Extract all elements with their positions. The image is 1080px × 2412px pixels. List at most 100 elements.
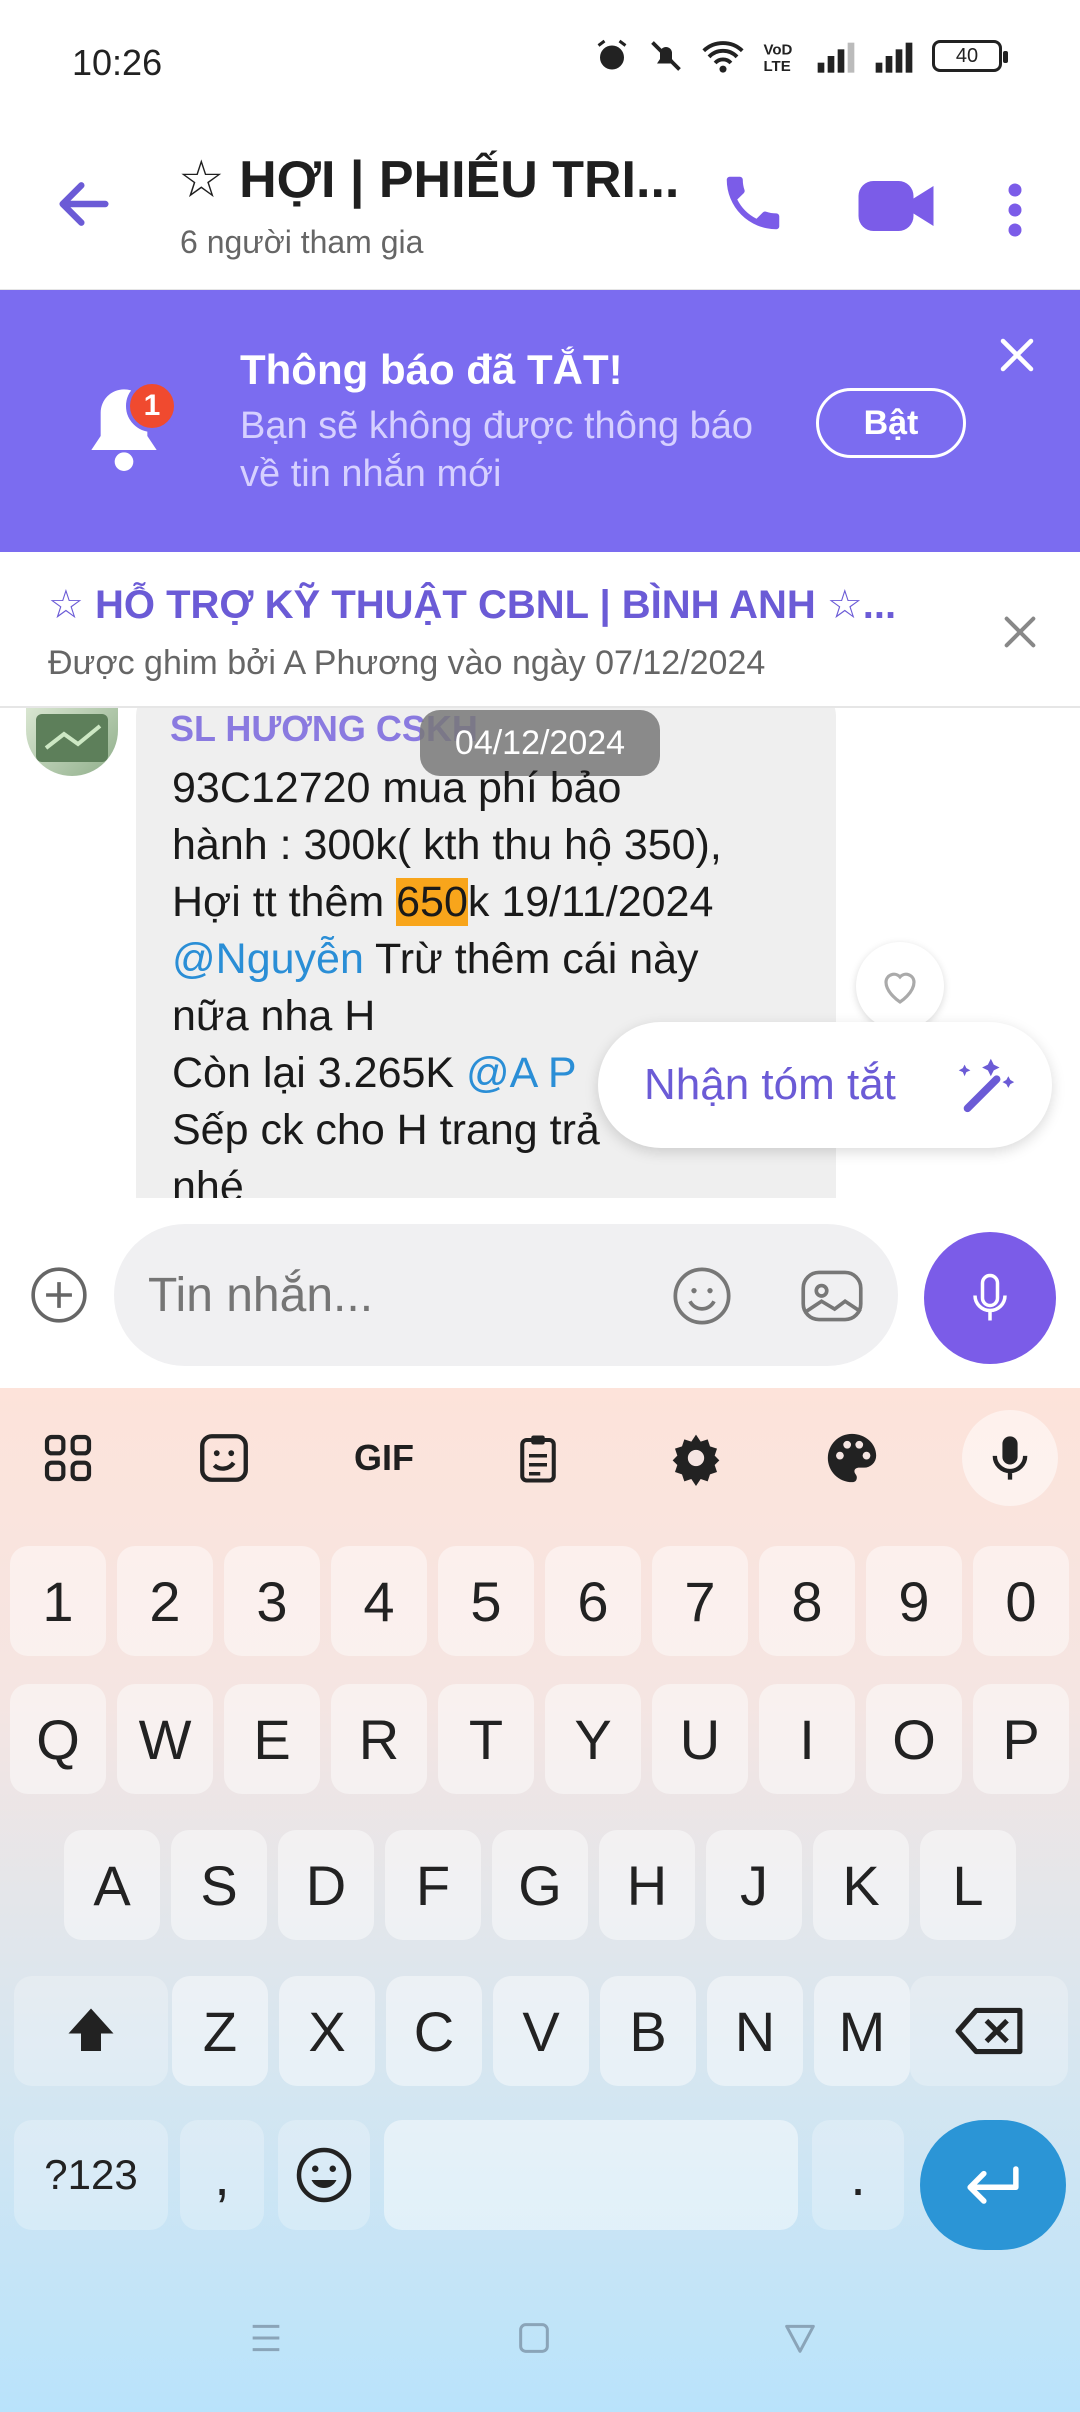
keyboard-toolbar: GIF	[0, 1388, 1080, 1528]
microphone-icon	[973, 1273, 1007, 1321]
notification-text: Bạn sẽ không được thông báo về tin nhắn …	[240, 405, 754, 495]
key-v[interactable]: V	[493, 1976, 589, 2086]
voice-input-icon[interactable]	[962, 1410, 1058, 1506]
add-attachment-icon[interactable]	[28, 1264, 90, 1326]
message-input-container[interactable]	[114, 1224, 898, 1366]
home-nav-icon[interactable]	[514, 2318, 554, 2358]
gallery-icon[interactable]	[798, 1264, 866, 1328]
key-7[interactable]: 7	[652, 1546, 748, 1656]
backspace-key[interactable]	[910, 1976, 1068, 2086]
settings-gear-icon[interactable]	[660, 1422, 732, 1494]
key-e[interactable]: E	[224, 1684, 320, 1794]
key-i[interactable]: I	[759, 1684, 855, 1794]
menu-nav-icon[interactable]	[246, 2318, 286, 2358]
svg-text:LTE: LTE	[764, 58, 791, 74]
key-1[interactable]: 1	[10, 1546, 106, 1656]
pinned-title: ☆ HỖ TRỢ KỸ THUẬT CBNL | BÌNH ANH ☆...	[48, 583, 897, 627]
key-r[interactable]: R	[331, 1684, 427, 1794]
key-u[interactable]: U	[652, 1684, 748, 1794]
symbols-key[interactable]: ?123	[14, 2120, 168, 2230]
svg-text:VoD: VoD	[764, 42, 793, 59]
key-d[interactable]: D	[278, 1830, 374, 1940]
enter-icon	[967, 2166, 1019, 2204]
notification-badge: 1	[126, 380, 178, 432]
chat-title[interactable]: ☆ HỢI | PHIẾU TRI...	[178, 150, 679, 210]
more-options-icon[interactable]	[1000, 180, 1030, 240]
back-arrow-icon[interactable]	[52, 172, 116, 236]
battery-indicator: 40	[932, 40, 1008, 72]
close-pinned-icon[interactable]	[1000, 612, 1040, 652]
phone-icon[interactable]	[718, 168, 788, 238]
key-k[interactable]: K	[813, 1830, 909, 1940]
message-line: 93C12720 mua phí bảo	[172, 764, 622, 812]
emoji-key[interactable]	[278, 2120, 370, 2230]
message-fragment: Trừ thêm cái này	[363, 935, 699, 983]
pinned-subtitle: Được ghim bởi A Phương vào ngày 07/12/20…	[48, 644, 766, 682]
pinned-message[interactable]: ☆ HỖ TRỢ KỸ THUẬT CBNL | BÌNH ANH ☆... Đ…	[0, 552, 1080, 708]
key-m[interactable]: M	[814, 1976, 910, 2086]
message-line: hành : 300k( kth thu hộ 350),	[172, 821, 722, 869]
summary-label: Nhận tóm tắt	[644, 1060, 896, 1109]
clipboard-icon[interactable]	[502, 1422, 574, 1494]
key-2[interactable]: 2	[117, 1546, 213, 1656]
key-9[interactable]: 9	[866, 1546, 962, 1656]
period-key[interactable]: .	[812, 2120, 904, 2230]
mention-link[interactable]: @Nguyễn	[172, 935, 364, 983]
back-nav-icon[interactable]	[780, 2318, 820, 2358]
key-0[interactable]: 0	[973, 1546, 1069, 1656]
signal-icon-2	[875, 42, 913, 73]
mention-link[interactable]: @A P	[466, 1049, 577, 1097]
bell-off-icon	[651, 41, 681, 71]
key-g[interactable]: G	[492, 1830, 588, 1940]
backspace-icon	[955, 2007, 1023, 2055]
key-3[interactable]: 3	[224, 1546, 320, 1656]
avatar[interactable]	[26, 708, 118, 776]
key-a[interactable]: A	[64, 1830, 160, 1940]
emoji-icon[interactable]	[670, 1264, 734, 1328]
message-fragment: Còn lại 3.265K	[172, 1049, 467, 1097]
key-w[interactable]: W	[117, 1684, 213, 1794]
space-key[interactable]	[384, 2120, 798, 2230]
participant-count[interactable]: 6 người tham gia	[180, 224, 423, 261]
key-p[interactable]: P	[973, 1684, 1069, 1794]
close-icon[interactable]	[996, 334, 1038, 376]
key-n[interactable]: N	[707, 1976, 803, 2086]
gif-button[interactable]: GIF	[344, 1422, 424, 1494]
shift-key[interactable]	[14, 1976, 168, 2086]
message-fragment: k 19/11/2024	[467, 878, 714, 926]
key-z[interactable]: Z	[172, 1976, 268, 2086]
key-5[interactable]: 5	[438, 1546, 534, 1656]
notification-title: Thông báo đã TẮT!	[240, 346, 623, 393]
key-s[interactable]: S	[171, 1830, 267, 1940]
apps-grid-icon[interactable]	[32, 1422, 104, 1494]
key-y[interactable]: Y	[545, 1684, 641, 1794]
key-6[interactable]: 6	[545, 1546, 641, 1656]
key-b[interactable]: B	[600, 1976, 696, 2086]
comma-key[interactable]: ,	[180, 2120, 264, 2230]
keyboard: GIF 1234567890 QWERTYUIOP ASDFGHJKL ZXCV…	[0, 1388, 1080, 2412]
status-time: 10:26	[72, 42, 163, 83]
message-input[interactable]	[148, 1268, 628, 1323]
get-summary-button[interactable]: Nhận tóm tắt	[598, 1022, 1052, 1148]
voice-message-button[interactable]	[924, 1232, 1056, 1364]
status-icons: VoD LTE 40	[594, 38, 1008, 74]
key-h[interactable]: H	[599, 1830, 695, 1940]
react-heart-button[interactable]	[856, 942, 944, 1030]
key-4[interactable]: 4	[331, 1546, 427, 1656]
theme-palette-icon[interactable]	[816, 1422, 888, 1494]
sticker-icon[interactable]	[188, 1422, 260, 1494]
key-8[interactable]: 8	[759, 1546, 855, 1656]
chat-area[interactable]: SL HƯƠNG CSKH 04/12/2024 93C12720 mua ph…	[0, 708, 1080, 1198]
key-c[interactable]: C	[386, 1976, 482, 2086]
key-f[interactable]: F	[385, 1830, 481, 1940]
enable-notifications-button[interactable]: Bật	[816, 388, 966, 458]
key-q[interactable]: Q	[10, 1684, 106, 1794]
video-call-icon[interactable]	[856, 176, 936, 236]
enter-key[interactable]	[920, 2120, 1066, 2250]
key-x[interactable]: X	[279, 1976, 375, 2086]
key-o[interactable]: O	[866, 1684, 962, 1794]
key-j[interactable]: J	[706, 1830, 802, 1940]
chat-header: ☆ HỢI | PHIẾU TRI... 6 người tham gia	[0, 120, 1080, 290]
key-t[interactable]: T	[438, 1684, 534, 1794]
key-l[interactable]: L	[920, 1830, 1016, 1940]
